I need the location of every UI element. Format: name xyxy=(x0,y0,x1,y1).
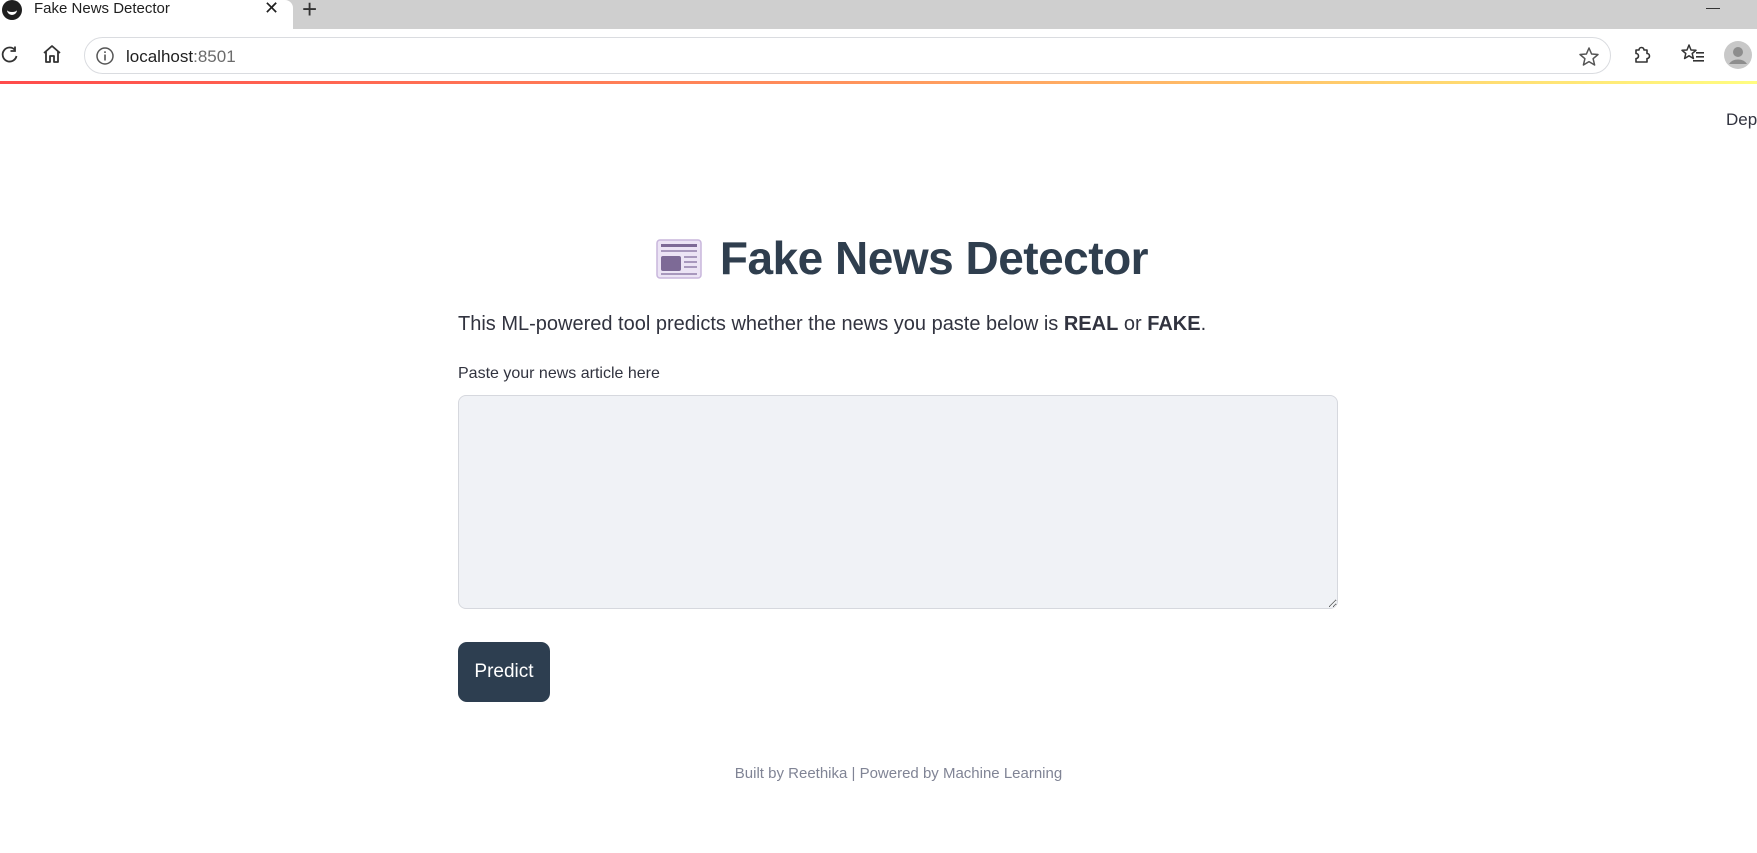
url-text: localhost:8501 xyxy=(126,47,236,67)
page-title: Fake News Detector xyxy=(719,232,1149,284)
url-port: :8501 xyxy=(193,47,236,66)
intro-text: This ML-powered tool predicts whether th… xyxy=(458,311,1206,337)
tab-close-icon[interactable]: ✕ xyxy=(264,0,279,17)
streamlit-favicon-icon xyxy=(2,0,22,20)
url-host: localhost xyxy=(126,47,194,66)
predict-button[interactable]: Predict xyxy=(458,642,550,702)
tab-title: Fake News Detector xyxy=(34,0,170,17)
tab-strip: Fake News Detector ✕ + xyxy=(0,0,1757,29)
profile-avatar-icon[interactable] xyxy=(1724,41,1752,69)
minimize-window-icon[interactable] xyxy=(1706,8,1720,9)
intro-prefix: This ML-powered tool predicts whether th… xyxy=(458,313,1064,335)
deploy-button[interactable]: Dep xyxy=(1726,110,1757,130)
intro-real: REAL xyxy=(1063,313,1119,335)
news-article-textarea[interactable] xyxy=(458,395,1338,609)
home-icon[interactable] xyxy=(40,41,64,67)
address-bar[interactable]: localhost:8501 xyxy=(84,37,1611,74)
footer-credit: Built by Reethika | Powered by Machine L… xyxy=(734,765,1063,782)
intro-fake: FAKE xyxy=(1147,313,1201,335)
bookmark-star-icon[interactable] xyxy=(1578,46,1600,73)
site-info-icon[interactable] xyxy=(95,46,115,71)
page-heading: Fake News Detector xyxy=(0,231,1757,285)
running-status-bar xyxy=(0,81,1757,84)
newspaper-icon xyxy=(656,238,702,280)
reload-icon[interactable] xyxy=(0,43,20,67)
browser-toolbar: localhost:8501 xyxy=(0,29,1757,81)
favorites-icon[interactable] xyxy=(1680,41,1706,67)
browser-tab[interactable]: Fake News Detector ✕ xyxy=(0,0,293,29)
extensions-icon[interactable] xyxy=(1630,41,1654,67)
news-input-label: Paste your news article here xyxy=(458,365,660,382)
new-tab-icon[interactable]: + xyxy=(302,0,317,22)
intro-suffix: . xyxy=(1200,313,1207,335)
intro-or: or xyxy=(1118,313,1148,335)
